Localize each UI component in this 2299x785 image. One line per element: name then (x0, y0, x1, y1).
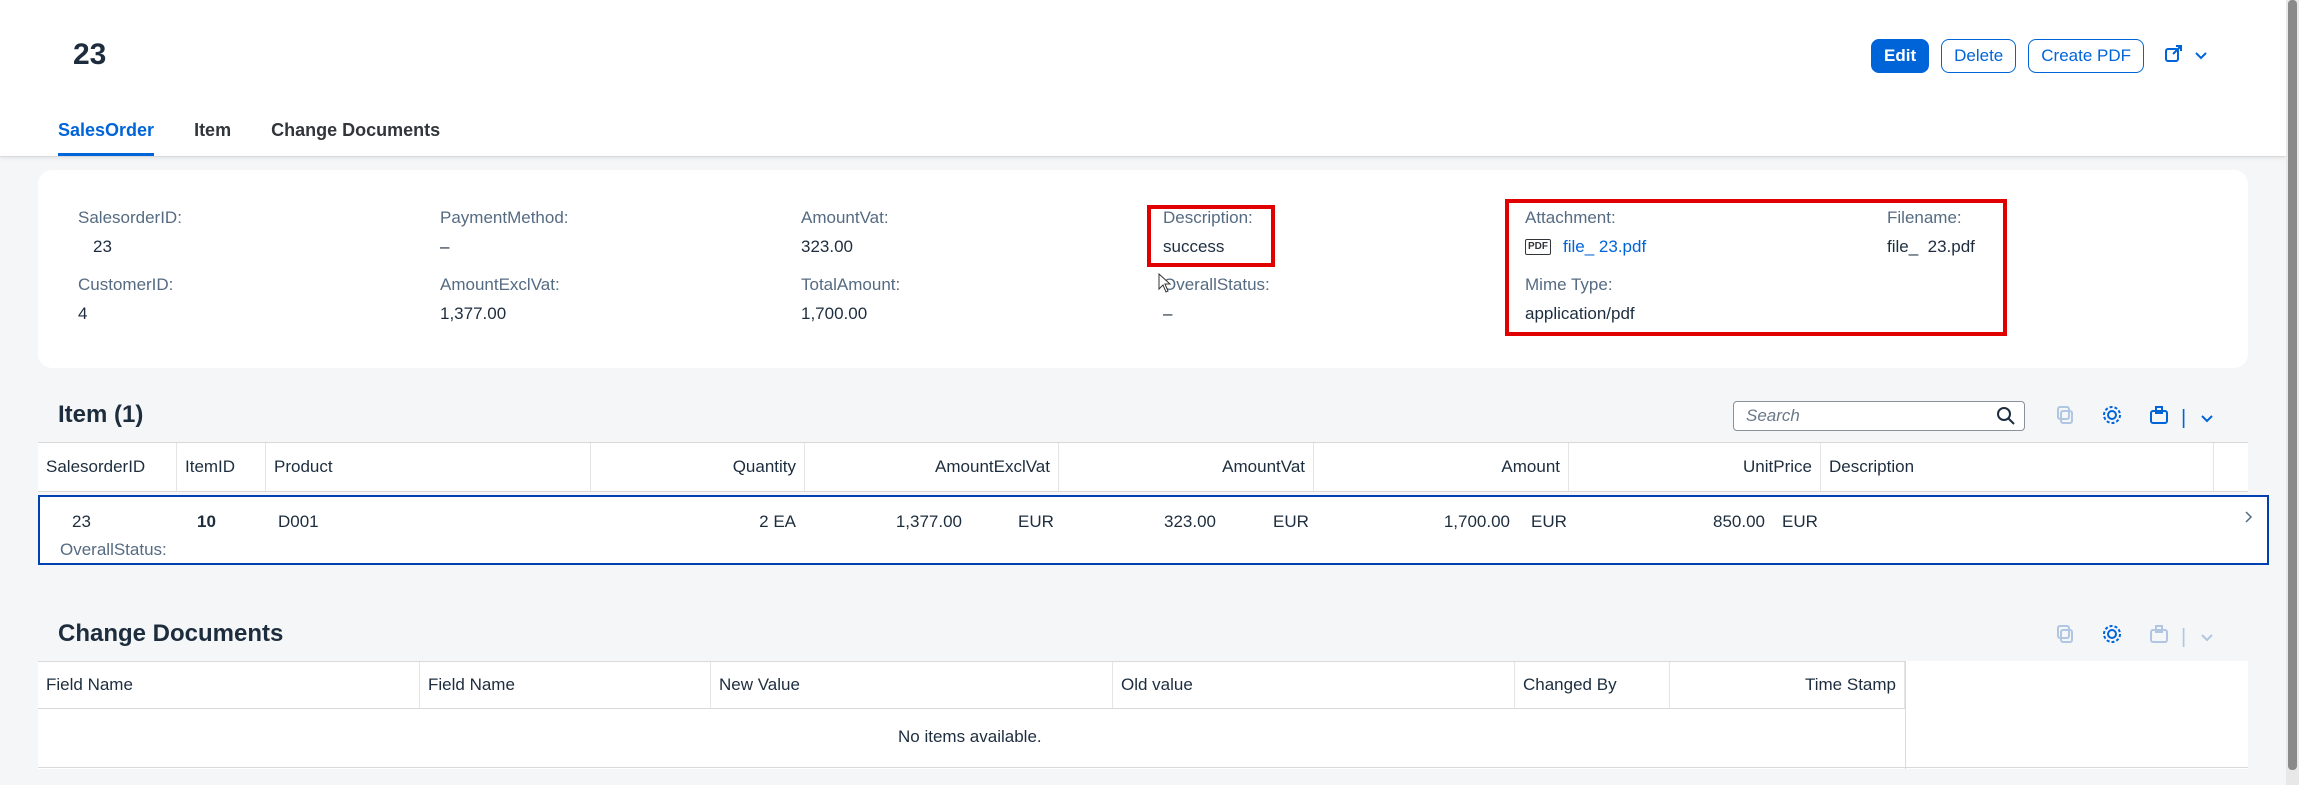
gear-icon[interactable] (2101, 404, 2123, 432)
share-icon (2164, 44, 2184, 69)
item-section-title: Item (1) (58, 401, 144, 428)
delete-button[interactable]: Delete (1941, 39, 2017, 73)
column-divider (1905, 661, 1906, 769)
column-header[interactable]: Product (266, 443, 591, 491)
column-header[interactable]: Time Stamp (1670, 662, 1905, 708)
column-header[interactable]: UnitPrice (1569, 443, 1821, 491)
tab-item[interactable]: Item (194, 120, 231, 156)
table-bottom-border (38, 767, 2248, 768)
export-icon[interactable] (2149, 624, 2171, 650)
toolbar-divider: | (2181, 625, 2187, 648)
column-header[interactable]: AmountExclVat (805, 443, 1059, 491)
column-header[interactable]: Field Name (420, 662, 711, 708)
field-payment-method: PaymentMethod: – (440, 208, 569, 256)
column-header[interactable]: Amount (1314, 443, 1569, 491)
column-header[interactable]: Field Name (38, 662, 420, 708)
change-documents-title: Change Documents (58, 620, 284, 647)
chevron-right-icon[interactable] (2244, 509, 2254, 529)
page-title: 23 (73, 38, 107, 71)
scrollbar-thumb[interactable] (2288, 0, 2297, 770)
column-header[interactable]: ItemID (177, 443, 266, 491)
highlight-box-attachment (1505, 199, 2007, 336)
vertical-scrollbar[interactable] (2286, 0, 2299, 785)
gear-icon[interactable] (2101, 623, 2123, 651)
header-actions: Edit Delete Create PDF (1871, 39, 2216, 73)
column-header[interactable]: Description (1821, 443, 2214, 491)
share-menu-button[interactable] (2156, 39, 2216, 73)
chevron-down-icon[interactable] (2200, 407, 2214, 430)
search-icon[interactable] (1996, 406, 2016, 435)
edit-button[interactable]: Edit (1871, 39, 1930, 73)
column-header[interactable]: Changed By (1515, 662, 1670, 708)
chevron-down-icon[interactable] (2200, 626, 2214, 649)
copy-icon[interactable] (2055, 405, 2075, 431)
search-input[interactable]: Search (1733, 401, 2025, 431)
column-header[interactable]: Old value (1113, 662, 1515, 708)
mouse-cursor-icon (1158, 272, 1172, 298)
field-customer-id: CustomerID: 4 (78, 275, 174, 323)
field-amount-excl-vat: AmountExclVat: 1,377.00 (440, 275, 560, 323)
copy-icon[interactable] (2055, 624, 2075, 650)
empty-state-text: No items available. (898, 727, 1042, 746)
tab-bar: SalesOrder Item Change Documents (58, 120, 440, 156)
tab-salesorder[interactable]: SalesOrder (58, 120, 155, 156)
highlight-box-description (1147, 205, 1275, 267)
field-overall-status: OverallStatus: – (1163, 275, 1270, 323)
tab-change-documents[interactable]: Change Documents (271, 120, 440, 156)
field-salesorder-id: SalesorderID: 23 (78, 208, 182, 256)
table-row[interactable]: 23 10 D001 2 EA 1,377.00 EUR 323.00 EUR … (38, 495, 2269, 565)
field-total-amount: TotalAmount: 1,700.00 (801, 275, 901, 323)
item-table-header: SalesorderID ItemID Product Quantity Amo… (38, 442, 2248, 492)
column-header[interactable]: AmountVat (1059, 443, 1314, 491)
column-header[interactable]: Quantity (591, 443, 805, 491)
change-documents-table: Field Name Field Name New Value Old valu… (38, 661, 2248, 769)
object-page-header: 23 Edit Delete Create PDF SalesOrder Ite… (0, 0, 2286, 157)
field-amount-vat: AmountVat: 323.00 (801, 208, 889, 256)
column-header[interactable]: New Value (711, 662, 1113, 708)
create-pdf-button[interactable]: Create PDF (2028, 39, 2144, 73)
item-toolbar: | (2055, 404, 2214, 432)
toolbar-divider: | (2181, 406, 2187, 429)
export-icon[interactable] (2149, 405, 2171, 431)
chevron-down-icon (2194, 46, 2208, 66)
column-header[interactable]: SalesorderID (38, 443, 177, 491)
change-documents-toolbar: | (2055, 623, 2214, 651)
